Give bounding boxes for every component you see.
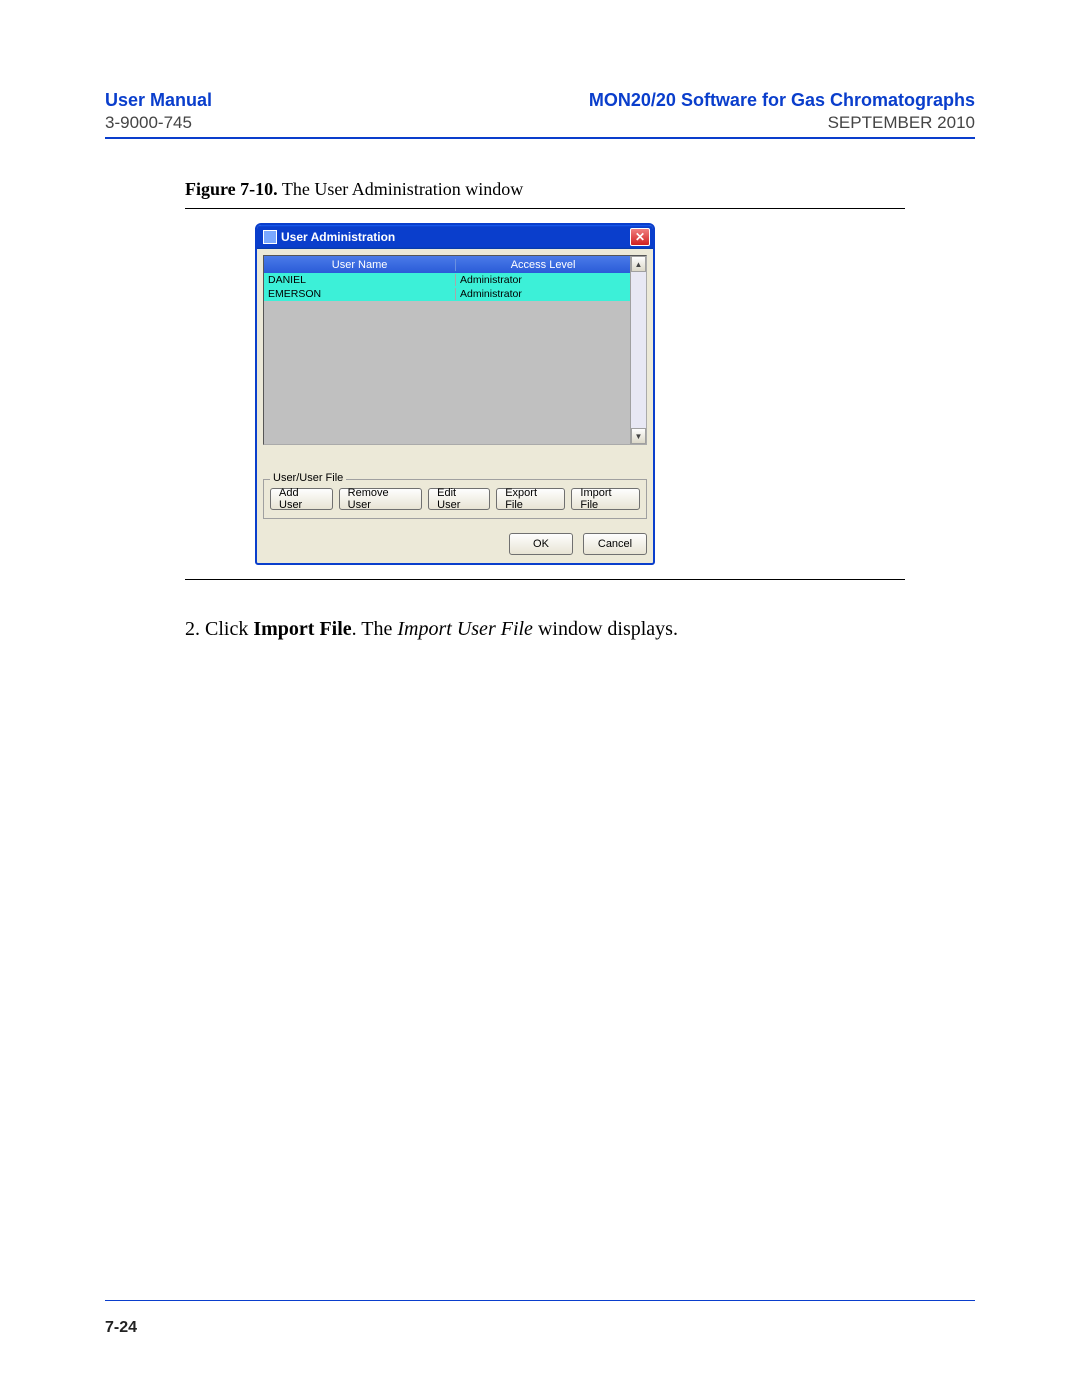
step-text-pre: Click xyxy=(205,618,253,640)
scroll-up-icon[interactable]: ▲ xyxy=(631,256,646,272)
footer-rule xyxy=(105,1300,975,1301)
close-icon[interactable]: ✕ xyxy=(630,228,650,246)
figure-label: Figure 7-10. xyxy=(185,179,278,199)
doc-number: 3-9000-745 xyxy=(105,113,192,133)
header-rule xyxy=(105,137,975,139)
cell-level: Administrator xyxy=(456,274,630,286)
cancel-button[interactable]: Cancel xyxy=(583,533,647,555)
edit-user-button[interactable]: Edit User xyxy=(428,488,490,510)
add-user-button[interactable]: Add User xyxy=(270,488,333,510)
window-title: User Administration xyxy=(281,230,395,244)
table-row[interactable]: EMERSON Administrator xyxy=(264,287,630,301)
figure-frame: User Administration ✕ User Name Access L… xyxy=(185,208,905,580)
doc-date: SEPTEMBER 2010 xyxy=(828,113,975,133)
scroll-down-icon[interactable]: ▼ xyxy=(631,428,646,444)
ok-button[interactable]: OK xyxy=(509,533,573,555)
cell-user: EMERSON xyxy=(264,288,456,300)
cell-level: Administrator xyxy=(456,288,630,300)
step-number: 2. xyxy=(185,614,200,644)
cell-user: DANIEL xyxy=(264,274,456,286)
window-icon xyxy=(263,230,277,244)
figure-caption: Figure 7-10. The User Administration win… xyxy=(185,179,975,200)
scrollbar[interactable]: ▲ ▼ xyxy=(630,256,646,444)
page-number: 7-24 xyxy=(105,1319,975,1337)
table-row[interactable]: DANIEL Administrator xyxy=(264,273,630,287)
step-bold: Import File xyxy=(253,618,351,640)
step-text-mid: . The xyxy=(352,618,398,640)
header-left: User Manual xyxy=(105,90,212,111)
import-file-button[interactable]: Import File xyxy=(571,488,640,510)
header-right: MON20/20 Software for Gas Chromatographs xyxy=(589,90,975,111)
grid-header: User Name Access Level xyxy=(264,256,630,273)
instruction-step: 2. Click Import File. The Import User Fi… xyxy=(185,614,975,644)
user-grid[interactable]: User Name Access Level DANIEL Administra… xyxy=(263,255,647,445)
col-user-name[interactable]: User Name xyxy=(264,259,456,271)
user-file-fieldset: User/User File Add User Remove User Edit… xyxy=(263,479,647,519)
export-file-button[interactable]: Export File xyxy=(496,488,565,510)
step-italic: Import User File xyxy=(397,618,533,640)
titlebar[interactable]: User Administration ✕ xyxy=(257,225,653,249)
step-text-post: window displays. xyxy=(533,618,678,640)
scroll-track[interactable] xyxy=(631,272,646,428)
fieldset-legend: User/User File xyxy=(270,472,346,484)
figure-text: The User Administration window xyxy=(278,179,524,199)
remove-user-button[interactable]: Remove User xyxy=(339,488,422,510)
user-admin-window: User Administration ✕ User Name Access L… xyxy=(255,223,655,565)
col-access-level[interactable]: Access Level xyxy=(456,259,630,271)
